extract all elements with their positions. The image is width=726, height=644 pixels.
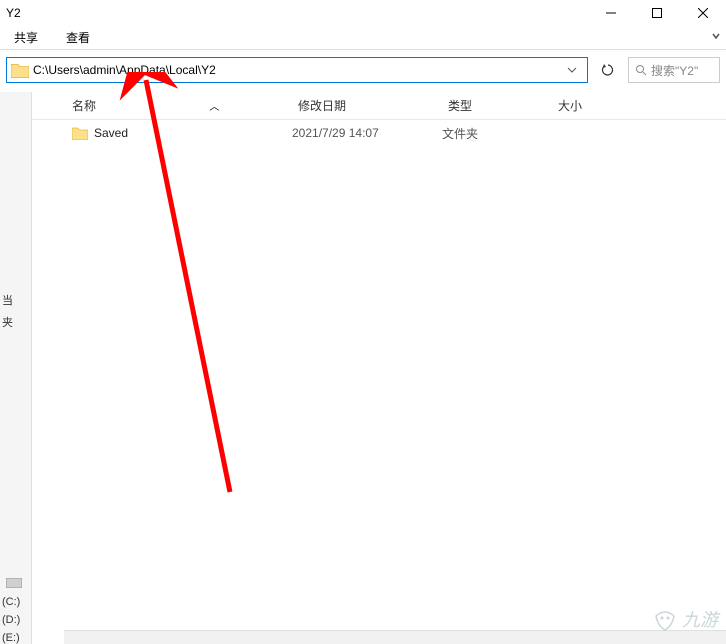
ribbon-tabs: 共享 查看 xyxy=(0,26,726,50)
file-row[interactable]: Saved 2021/7/29 14:07 文件夹 xyxy=(32,120,726,146)
tab-share[interactable]: 共享 xyxy=(0,26,52,50)
refresh-button[interactable] xyxy=(594,57,622,83)
file-name: Saved xyxy=(94,126,128,140)
search-icon xyxy=(635,64,647,76)
watermark-text: 九游 xyxy=(682,606,718,632)
col-size[interactable]: 大小 xyxy=(552,97,632,114)
address-input[interactable] xyxy=(33,63,561,77)
window-title: Y2 xyxy=(6,6,21,20)
file-list-pane: 名称 ︿ 修改日期 类型 大小 Saved 2021/7/29 14:07 文件… xyxy=(32,92,726,644)
col-type[interactable]: 类型 xyxy=(442,97,552,114)
col-date[interactable]: 修改日期 xyxy=(292,97,442,114)
address-dropdown-icon[interactable] xyxy=(561,67,583,73)
drive-icon xyxy=(6,578,22,591)
column-headers: 名称 ︿ 修改日期 类型 大小 xyxy=(32,92,726,120)
folder-icon xyxy=(11,61,29,79)
minimize-button[interactable] xyxy=(588,0,634,26)
maximize-button[interactable] xyxy=(634,0,680,26)
watermark: 九游 xyxy=(652,606,718,632)
sidebar-label-2: 夹 xyxy=(2,314,13,330)
horizontal-scrollbar[interactable] xyxy=(64,630,726,644)
col-name[interactable]: 名称 ︿ xyxy=(32,97,292,114)
file-type: 文件夹 xyxy=(442,125,552,142)
drive-d[interactable]: (D:) xyxy=(2,614,20,626)
sidebar-label-1: 当 xyxy=(2,292,13,308)
nav-sidebar: 当 夹 (C:) (D:) (E:) xyxy=(0,92,32,644)
address-bar[interactable] xyxy=(6,57,588,83)
folder-icon xyxy=(72,126,88,140)
watermark-logo-icon xyxy=(652,606,678,632)
file-date: 2021/7/29 14:07 xyxy=(292,126,442,140)
tab-view[interactable]: 查看 xyxy=(52,26,104,50)
ribbon-expand-icon[interactable] xyxy=(706,22,726,50)
search-box[interactable]: 搜索"Y2" xyxy=(628,57,720,83)
search-placeholder: 搜索"Y2" xyxy=(651,62,698,79)
sort-caret-icon: ︿ xyxy=(209,102,219,113)
drive-e[interactable]: (E:) xyxy=(2,632,20,644)
drive-c[interactable]: (C:) xyxy=(2,596,20,608)
titlebar: Y2 xyxy=(0,0,726,26)
